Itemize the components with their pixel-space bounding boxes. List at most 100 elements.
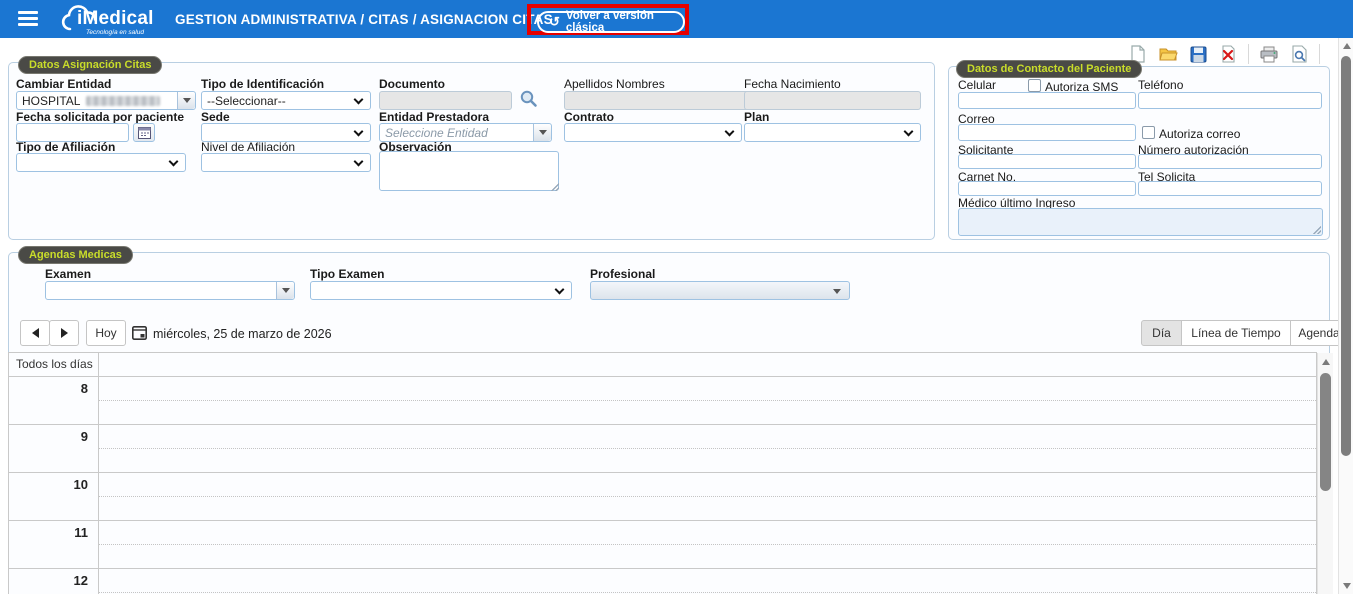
nivel-afiliacion-label: Nivel de Afiliación — [201, 140, 296, 154]
current-date-text: miércoles, 25 de marzo de 2026 — [153, 327, 332, 341]
save-icon[interactable] — [1188, 44, 1208, 64]
dropdown-arrow-icon[interactable] — [276, 282, 294, 299]
top-header-bar: iMedical Tecnología en salud GESTION ADM… — [0, 0, 1353, 38]
chevron-down-icon — [168, 156, 179, 167]
autoriza-correo-label: Autoriza correo — [1159, 127, 1241, 141]
documento-field[interactable] — [379, 91, 512, 110]
delete-document-icon[interactable] — [1218, 44, 1238, 64]
autoriza-correo-checkbox[interactable] — [1142, 126, 1155, 139]
prev-day-button[interactable] — [20, 320, 50, 346]
agendas-medicas-title: Agendas Medicas — [18, 246, 133, 264]
hour-label: 11 — [74, 525, 88, 540]
apellidos-nombres-label: Apellidos Nombres — [564, 77, 665, 91]
prev-arrow-icon — [31, 328, 39, 338]
resize-handle[interactable] — [551, 183, 559, 191]
calendar-picker-button[interactable] — [133, 123, 155, 142]
undo-icon: ↺ — [549, 14, 560, 29]
tipo-examen-select[interactable] — [310, 281, 572, 300]
dropdown-arrow-icon[interactable] — [177, 92, 195, 109]
autoriza-sms-checkbox[interactable] — [1028, 79, 1041, 92]
telefono-label: Teléfono — [1138, 78, 1184, 92]
chevron-down-icon — [903, 126, 914, 137]
open-folder-icon[interactable] — [1158, 44, 1178, 64]
tipo-identificacion-label: Tipo de Identificación — [201, 77, 325, 91]
app-logo: iMedical Tecnología en salud — [60, 2, 180, 38]
contrato-select[interactable] — [564, 123, 742, 142]
fecha-nacimiento-field[interactable] — [744, 91, 921, 110]
profesional-label: Profesional — [590, 267, 656, 281]
today-button[interactable]: Hoy — [86, 320, 126, 346]
page-scrollbar-thumb[interactable] — [1341, 56, 1351, 456]
print-icon[interactable] — [1259, 44, 1279, 64]
cambiar-entidad-combobox[interactable]: HOSPITAL — [16, 91, 196, 110]
hamburger-menu-icon[interactable] — [18, 11, 38, 27]
print-preview-icon[interactable] — [1289, 44, 1309, 64]
toolbar-separator — [1248, 44, 1249, 64]
app-window: iMedical Tecnología en salud GESTION ADM… — [0, 0, 1353, 594]
toolbar-separator — [1319, 44, 1320, 64]
numero-autorizacion-field[interactable] — [1138, 154, 1322, 169]
next-day-button[interactable] — [49, 320, 79, 346]
scroll-up-icon[interactable] — [1322, 359, 1330, 365]
celular-field[interactable] — [958, 92, 1136, 109]
logo-text: iMedical — [77, 8, 154, 29]
datos-asignacion-title: Datos Asignación Citas — [18, 56, 163, 74]
all-day-label: Todos los días — [16, 357, 93, 371]
sede-label: Sede — [201, 110, 230, 124]
back-to-classic-label: Volver a versión clásica — [565, 10, 654, 34]
correo-field[interactable] — [958, 124, 1136, 141]
tipo-identificacion-value: --Seleccionar-- — [207, 93, 286, 108]
nivel-afiliacion-select[interactable] — [201, 153, 371, 172]
view-day-button[interactable]: Día — [1141, 320, 1182, 346]
contrato-label: Contrato — [564, 110, 614, 124]
cambiar-entidad-label: Cambiar Entidad — [16, 77, 112, 91]
cambiar-entidad-value: HOSPITAL — [22, 93, 81, 108]
view-timeline-button[interactable]: Línea de Tiempo — [1181, 320, 1291, 346]
examen-label: Examen — [45, 267, 92, 281]
agendas-medicas-panel — [8, 252, 1330, 594]
hour-label: 12 — [73, 573, 88, 588]
carnet-field[interactable] — [958, 181, 1136, 196]
date-calendar-icon — [132, 325, 147, 345]
entidad-prestadora-label: Entidad Prestadora — [379, 110, 490, 124]
red-highlight-box: ↺ Volver a versión clásica — [527, 4, 689, 35]
action-toolbar: ! — [1128, 42, 1353, 66]
examen-combobox[interactable] — [45, 281, 295, 300]
medico-ultimo-textarea[interactable] — [958, 208, 1323, 236]
chevron-down-icon — [724, 126, 735, 137]
logo-tagline: Tecnología en salud — [86, 29, 144, 36]
hour-label: 8 — [80, 381, 88, 396]
apellidos-nombres-field[interactable] — [564, 91, 760, 110]
plan-select[interactable] — [744, 123, 921, 142]
tipo-identificacion-select[interactable]: --Seleccionar-- — [201, 91, 371, 110]
telefono-field[interactable] — [1138, 92, 1322, 109]
dropdown-arrow-icon — [833, 289, 841, 294]
hour-label: 10 — [73, 477, 88, 492]
observacion-textarea[interactable] — [379, 151, 559, 191]
hour-label: 9 — [80, 429, 88, 444]
celular-label: Celular — [958, 78, 997, 92]
scroll-down-icon[interactable] — [1343, 583, 1351, 589]
entidad-prestadora-placeholder: Seleccione Entidad — [385, 125, 488, 140]
datos-contacto-title: Datos de Contacto del Paciente — [956, 60, 1143, 78]
back-to-classic-button[interactable]: ↺ Volver a versión clásica — [537, 10, 685, 34]
scroll-up-icon[interactable] — [1343, 43, 1351, 49]
profesional-combobox[interactable] — [590, 281, 850, 300]
calendar-scrollbar-thumb[interactable] — [1320, 373, 1331, 491]
page-scrollbar[interactable] — [1338, 38, 1353, 594]
solicitante-field[interactable] — [958, 154, 1136, 169]
tipo-afiliacion-select[interactable] — [16, 153, 186, 172]
calendar-icon — [137, 127, 151, 139]
search-icon[interactable] — [519, 89, 538, 113]
chevron-down-icon — [353, 156, 364, 167]
chevron-down-icon — [353, 126, 364, 137]
chevron-down-icon — [554, 284, 565, 295]
fecha-nacimiento-label: Fecha Nacimiento — [744, 77, 841, 91]
dropdown-arrow-icon[interactable] — [533, 124, 551, 141]
breadcrumb: GESTION ADMINISTRATIVA / CITAS / ASIGNAC… — [175, 12, 553, 27]
tipo-afiliacion-label: Tipo de Afiliación — [16, 140, 116, 154]
resize-handle[interactable] — [1313, 226, 1321, 234]
plan-label: Plan — [744, 110, 770, 124]
calendar-scrollbar[interactable] — [1317, 353, 1333, 594]
tel-solicita-field[interactable] — [1138, 181, 1322, 196]
